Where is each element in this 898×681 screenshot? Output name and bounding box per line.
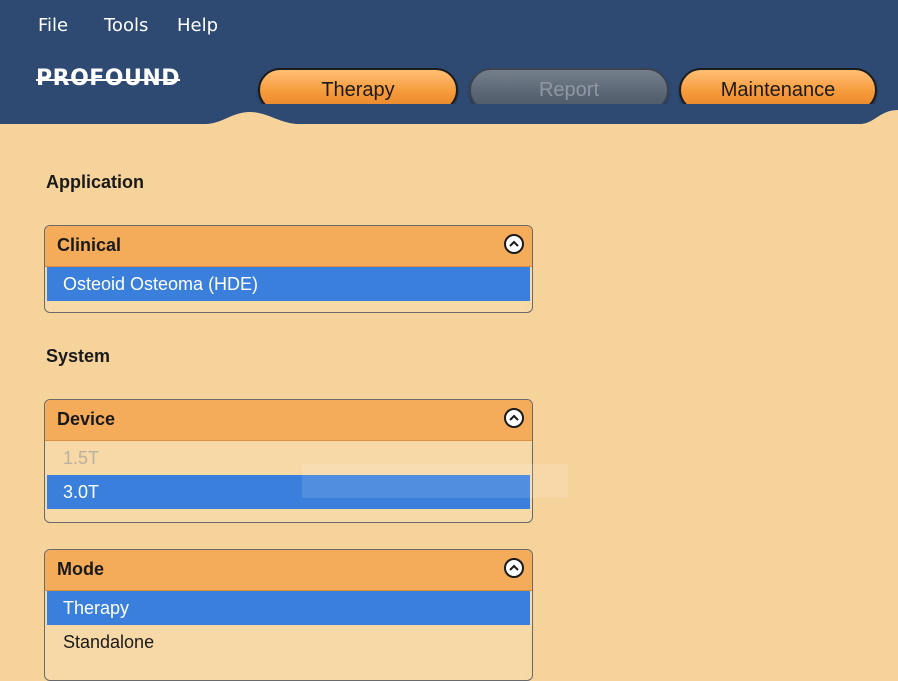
tab-maintenance-label: Maintenance (720, 78, 836, 101)
menu-file[interactable]: File (38, 14, 68, 38)
list-item-standalone[interactable]: Standalone (47, 625, 530, 659)
tab-report-label: Report (538, 78, 600, 101)
list-item-therapy[interactable]: Therapy (47, 591, 530, 625)
chevron-up-icon[interactable] (504, 558, 524, 578)
chevron-up-icon[interactable] (504, 408, 524, 428)
mode-list-title: Mode (57, 559, 104, 579)
clinical-list: Clinical Osteoid Osteoma (HDE) (44, 225, 533, 313)
system-heading: System (46, 346, 111, 366)
device-list-header[interactable]: Device (45, 400, 532, 441)
menu-bar: File Tools Help (0, 0, 898, 44)
tab-therapy-label: Therapy (321, 78, 395, 101)
header-wave (0, 104, 898, 130)
mode-list: Mode Therapy Standalone (44, 549, 533, 681)
mode-list-header[interactable]: Mode (45, 550, 532, 591)
menu-help[interactable]: Help (177, 14, 218, 38)
clinical-list-title: Clinical (57, 235, 122, 255)
ghost-overlay (302, 464, 568, 498)
clinical-list-header[interactable]: Clinical (45, 226, 532, 267)
list-item-osteoid-osteoma[interactable]: Osteoid Osteoma (HDE) (47, 267, 530, 301)
device-list: Device 1.5T 3.0T (44, 399, 533, 523)
chevron-up-icon[interactable] (504, 234, 524, 254)
menu-tools[interactable]: Tools (104, 14, 148, 38)
application-heading: Application (46, 172, 144, 192)
logo-strike-line (36, 79, 181, 81)
device-list-title: Device (57, 409, 116, 429)
brand-logo: PROFOUND (36, 66, 181, 91)
